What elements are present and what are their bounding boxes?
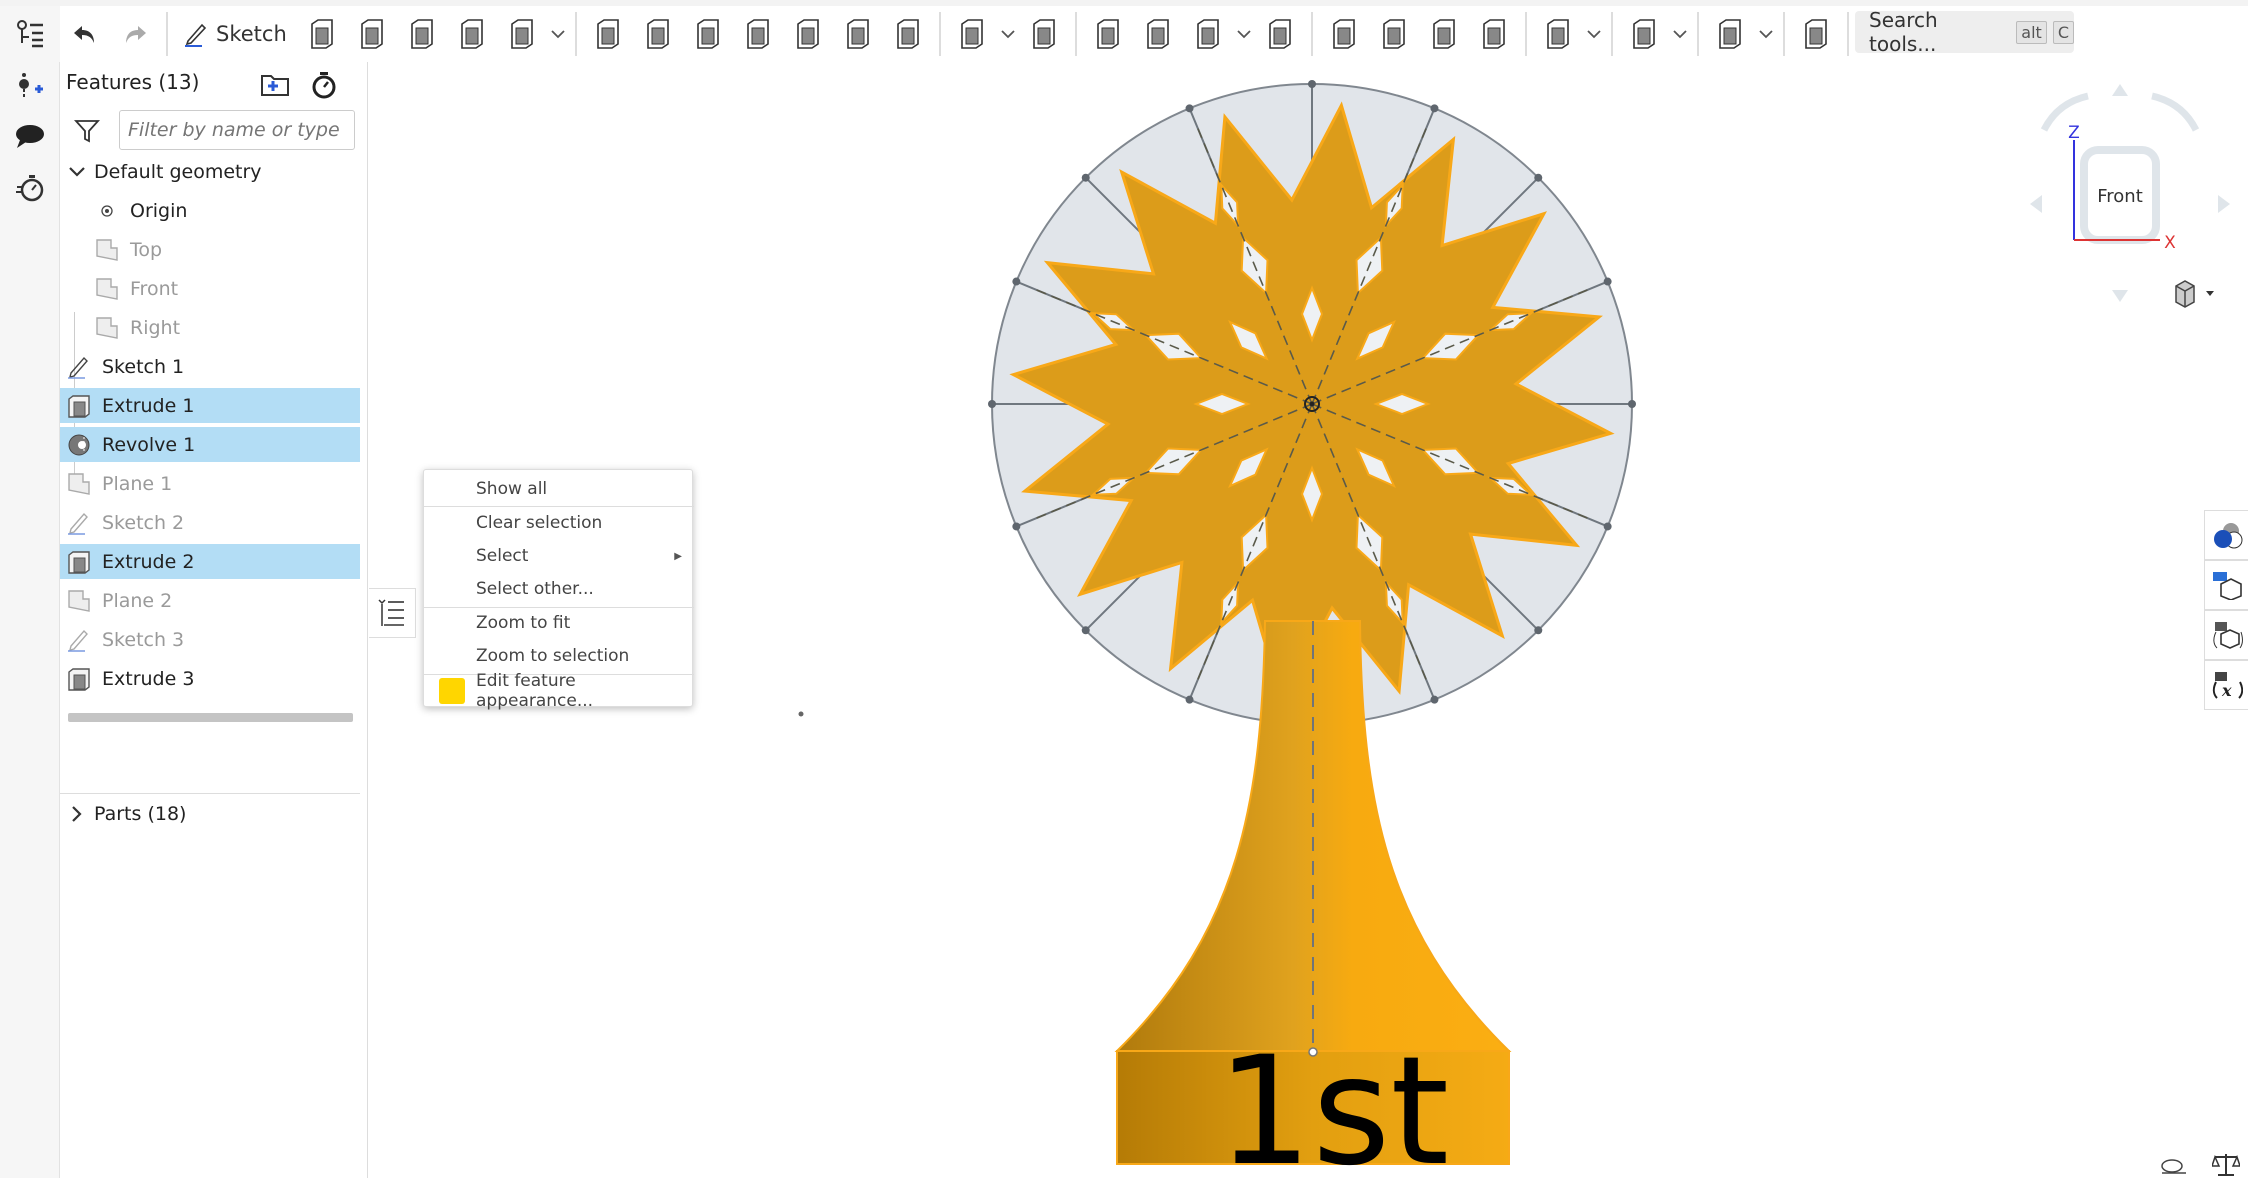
bill-of-materials-icon (2212, 572, 2242, 600)
rotate-left-arrow-icon[interactable] (2040, 92, 2089, 132)
view-down-arrow-icon[interactable] (2112, 290, 2128, 302)
menu-label: Zoom to selection (476, 646, 630, 666)
menu-item-edit-feature-appearance[interactable]: Edit feature appearance... (424, 671, 694, 711)
configurations-panel-button[interactable] (2204, 610, 2248, 660)
origin-dot (1309, 401, 1315, 407)
sketch-vertex (1308, 80, 1316, 88)
sketch-vertex (1430, 104, 1439, 113)
context-menu: Show all Clear selection Select ▶ Select… (423, 469, 694, 711)
variables-panel-button[interactable]: x (2204, 660, 2248, 710)
menu-label: Edit feature appearance... (476, 671, 594, 711)
appearance-icon (2213, 523, 2242, 549)
sketch-vertex (1534, 173, 1543, 182)
sketch-vertex (1185, 695, 1194, 704)
menu-item-select-other[interactable]: Select other... (424, 573, 694, 605)
menu-item-select[interactable]: Select ▶ (424, 540, 694, 572)
cube-face-label: Front (2097, 186, 2143, 207)
z-axis-label: Z (2068, 123, 2080, 143)
menu-label: Select (476, 546, 529, 566)
sketch-vertex (1430, 695, 1439, 704)
view-right-arrow-icon[interactable] (2218, 195, 2230, 213)
sketch-vertex (1081, 173, 1090, 182)
appearance-panel-button[interactable] (2204, 510, 2248, 560)
menu-item-show-all[interactable]: Show all (424, 473, 694, 505)
variables-icon: x (2212, 672, 2243, 700)
sketch-vertex (1012, 522, 1021, 531)
x-axis-label: X (2164, 233, 2176, 253)
color-swatch (439, 678, 465, 704)
view-up-arrow-icon[interactable] (2112, 84, 2128, 96)
view-mode-dropdown[interactable] (2172, 278, 2222, 314)
menu-item-clear-selection[interactable]: Clear selection (424, 507, 694, 539)
sketch-vertex (1081, 626, 1090, 635)
view-left-arrow-icon[interactable] (2030, 195, 2042, 213)
menu-item-zoom-to-selection[interactable]: Zoom to selection (424, 640, 694, 672)
submenu-arrow-icon: ▶ (674, 550, 682, 562)
menu-label: Show all (476, 479, 548, 499)
configurations-icon (2212, 622, 2243, 649)
units-icon[interactable] (2160, 1156, 2188, 1180)
base-text: 1st (1217, 1025, 1449, 1178)
sketch-vertex (1603, 522, 1612, 531)
menu-label: Select other... (476, 579, 594, 599)
rotate-right-arrow-icon[interactable] (2151, 92, 2200, 132)
viewport-model[interactable]: 1st (0, 0, 2248, 1178)
sketch-vertex (988, 400, 996, 408)
sketch-vertex (1534, 626, 1543, 635)
sketch-vertex (1603, 277, 1612, 286)
svg-text:x: x (2221, 681, 2232, 700)
bom-panel-button[interactable] (2204, 560, 2248, 610)
sketch-vertex (1185, 104, 1194, 113)
menu-item-zoom-to-fit[interactable]: Zoom to fit (424, 607, 694, 639)
menu-label: Clear selection (476, 513, 603, 533)
sketch-vertex (1628, 400, 1636, 408)
stray-point (798, 711, 804, 717)
sketch-vertex (1012, 277, 1021, 286)
menu-label: Zoom to fit (476, 613, 571, 633)
